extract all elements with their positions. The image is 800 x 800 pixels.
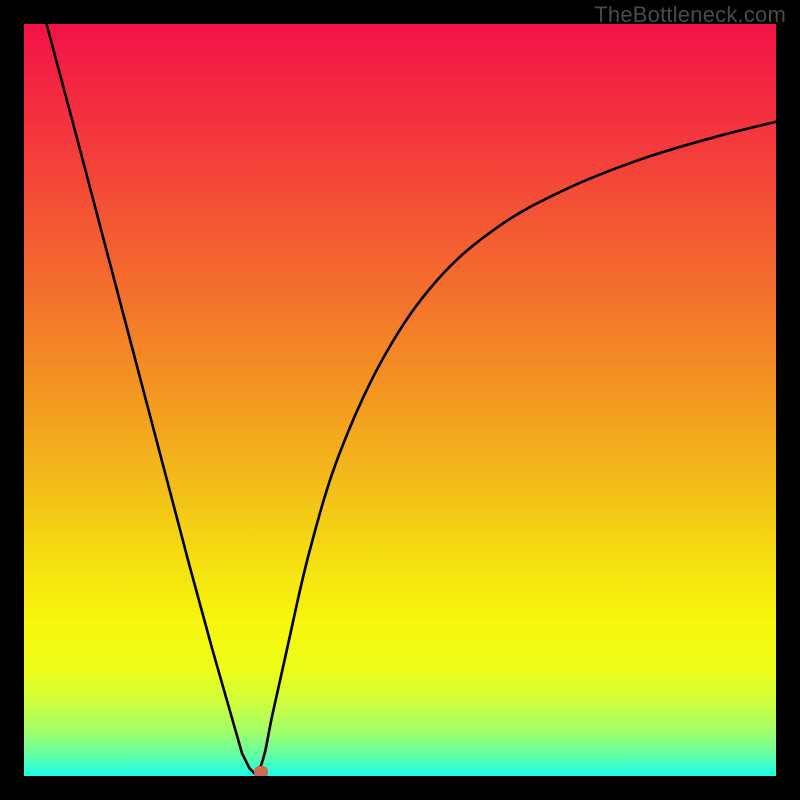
plot-area xyxy=(24,24,776,776)
watermark-text: TheBottleneck.com xyxy=(594,2,786,28)
bottleneck-curve xyxy=(24,24,776,776)
chart-frame: TheBottleneck.com xyxy=(0,0,800,800)
optimal-point-marker xyxy=(254,766,268,776)
